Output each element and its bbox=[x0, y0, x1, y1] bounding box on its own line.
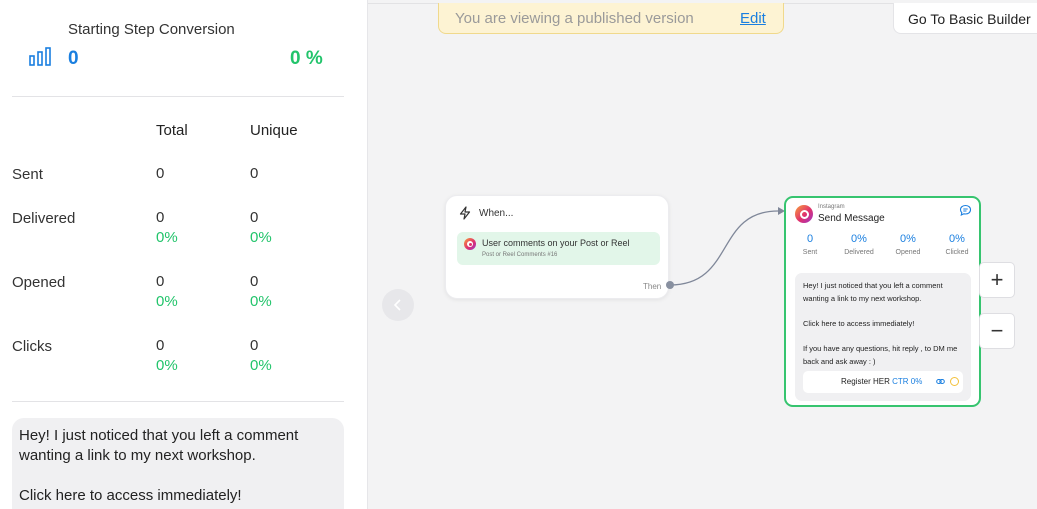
instagram-icon bbox=[464, 238, 476, 250]
lightning-icon bbox=[459, 206, 471, 220]
then-label: Then bbox=[643, 282, 662, 291]
send-message-node[interactable]: Instagram Send Message 0 Sent 0% Delivered… bbox=[784, 196, 981, 407]
zoom-in-button[interactable]: + bbox=[979, 262, 1015, 298]
node-platform: Instagram bbox=[818, 204, 845, 210]
trigger-condition[interactable]: User comments on your Post or Reel Post … bbox=[457, 232, 660, 265]
stat-sent: 0 Sent bbox=[802, 233, 818, 256]
stat-delivered: 0% Delivered bbox=[844, 233, 874, 256]
trigger-heading: When... bbox=[479, 208, 514, 219]
connector-handle[interactable] bbox=[666, 281, 674, 289]
instagram-icon bbox=[795, 205, 813, 223]
node-title: Send Message bbox=[818, 213, 885, 224]
chat-icon[interactable] bbox=[959, 204, 972, 217]
zoom-out-button[interactable]: − bbox=[979, 313, 1015, 349]
status-circle-icon bbox=[950, 377, 959, 386]
message-button-ctr: CTR 0% bbox=[892, 377, 923, 386]
trigger-node[interactable]: When... User comments on your Post or Re… bbox=[445, 195, 669, 299]
stat-clicked: 0% Clicked bbox=[945, 233, 969, 256]
message-button-label: Register HER bbox=[841, 377, 890, 386]
trigger-condition-label: User comments on your Post or Reel bbox=[482, 238, 630, 248]
link-icon bbox=[936, 379, 945, 384]
stat-opened: 0% Opened bbox=[895, 233, 921, 256]
trigger-condition-sub: Post or Reel Comments #16 bbox=[482, 252, 558, 258]
message-button[interactable]: Register HER CTR 0% bbox=[803, 371, 963, 393]
